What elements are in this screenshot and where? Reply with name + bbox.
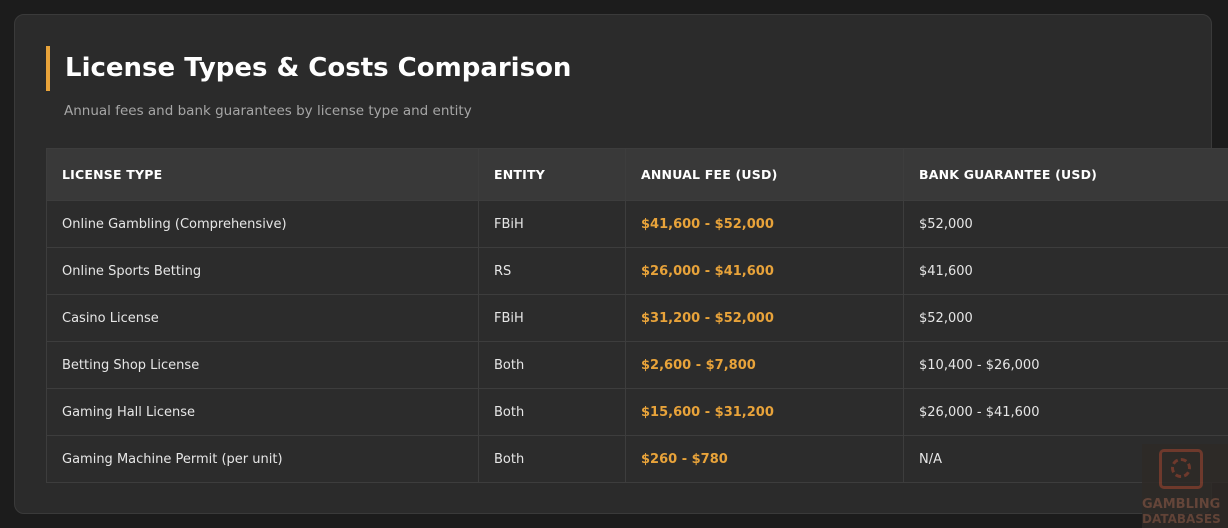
column-header-entity: ENTITY bbox=[478, 148, 626, 201]
column-header-license-type: LICENSE TYPE bbox=[46, 148, 479, 201]
slot-machine-icon bbox=[1159, 449, 1203, 489]
license-costs-table: LICENSE TYPE ENTITY ANNUAL FEE (USD) BAN… bbox=[46, 148, 1228, 483]
watermark-text-line1: GAMBLING bbox=[1142, 497, 1221, 512]
table-row: Casino License FBiH $31,200 - $52,000 $5… bbox=[46, 294, 1228, 342]
cell-license-type: Betting Shop License bbox=[46, 341, 479, 389]
table-row: Online Sports Betting RS $26,000 - $41,6… bbox=[46, 247, 1228, 295]
cell-entity: FBiH bbox=[478, 294, 626, 342]
table-row: Online Gambling (Comprehensive) FBiH $41… bbox=[46, 200, 1228, 248]
table-row: Betting Shop License Both $2,600 - $7,80… bbox=[46, 341, 1228, 389]
cell-bank-guarantee: $26,000 - $41,600 bbox=[903, 388, 1228, 436]
license-comparison-card: License Types & Costs Comparison Annual … bbox=[14, 14, 1228, 514]
cell-entity: FBiH bbox=[478, 200, 626, 248]
gambling-databases-watermark: GAMBLING DATABASES bbox=[1142, 444, 1228, 528]
column-header-annual-fee: ANNUAL FEE (USD) bbox=[625, 148, 904, 201]
column-header-bank-guarantee: BANK GUARANTEE (USD) bbox=[903, 148, 1228, 201]
table-row: Gaming Hall License Both $15,600 - $31,2… bbox=[46, 388, 1228, 436]
table-row: Gaming Machine Permit (per unit) Both $2… bbox=[46, 435, 1228, 483]
cell-entity: RS bbox=[478, 247, 626, 295]
table-header-row: LICENSE TYPE ENTITY ANNUAL FEE (USD) BAN… bbox=[46, 148, 1228, 201]
cell-license-type: Gaming Machine Permit (per unit) bbox=[46, 435, 479, 483]
cell-bank-guarantee: $41,600 bbox=[903, 247, 1228, 295]
cell-entity: Both bbox=[478, 435, 626, 483]
cell-license-type: Casino License bbox=[46, 294, 479, 342]
page-title: License Types & Costs Comparison bbox=[65, 53, 572, 83]
cell-annual-fee: $26,000 - $41,600 bbox=[625, 247, 904, 295]
title-accent-bar: License Types & Costs Comparison bbox=[46, 46, 571, 91]
cell-entity: Both bbox=[478, 388, 626, 436]
cell-annual-fee: $260 - $780 bbox=[625, 435, 904, 483]
cell-annual-fee: $2,600 - $7,800 bbox=[625, 341, 904, 389]
cell-bank-guarantee: $52,000 bbox=[903, 200, 1228, 248]
cell-entity: Both bbox=[478, 341, 626, 389]
casino-chip-icon bbox=[1171, 458, 1191, 478]
cell-annual-fee: $15,600 - $31,200 bbox=[625, 388, 904, 436]
cell-license-type: Gaming Hall License bbox=[46, 388, 479, 436]
cell-bank-guarantee: $52,000 bbox=[903, 294, 1228, 342]
watermark-text-line2: DATABASES bbox=[1142, 512, 1221, 526]
cell-annual-fee: $41,600 - $52,000 bbox=[625, 200, 904, 248]
cell-bank-guarantee: $10,400 - $26,000 bbox=[903, 341, 1228, 389]
cell-annual-fee: $31,200 - $52,000 bbox=[625, 294, 904, 342]
page-subtitle: Annual fees and bank guarantees by licen… bbox=[64, 103, 472, 119]
cell-license-type: Online Sports Betting bbox=[46, 247, 479, 295]
cell-license-type: Online Gambling (Comprehensive) bbox=[46, 200, 479, 248]
